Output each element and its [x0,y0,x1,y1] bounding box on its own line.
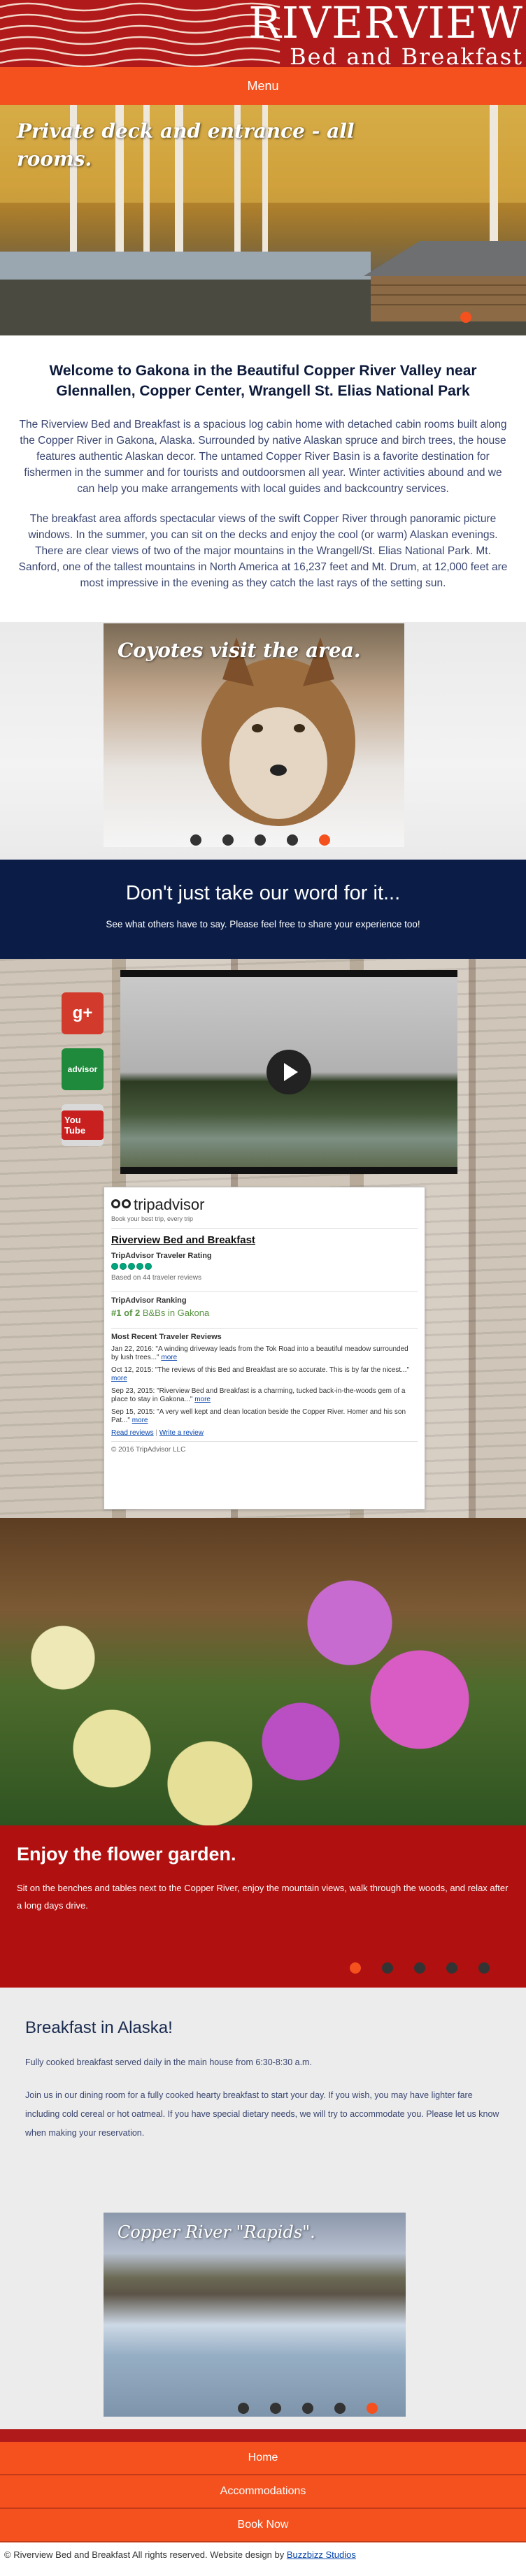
flower-garden-band: Enjoy the flower garden. Sit on the benc… [0,1825,526,1988]
hero-slider: Private deck and entrance - all rooms. [0,105,526,335]
breakfast-paragraph-2: Join us in our dining room for a fully c… [25,2090,499,2138]
footer-top-bar [0,2429,526,2442]
flower-text: Sit on the benches and tables next to th… [17,1883,509,1911]
slide-dot[interactable] [446,1962,457,1974]
rating-bubble-icon [111,1263,118,1270]
more-link[interactable]: more [111,1375,127,1382]
reviews-title: Don't just take our word for it... [125,882,401,904]
slide-dot[interactable] [382,1962,393,1974]
ranking-heading: TripAdvisor Ranking [111,1296,187,1305]
intro-title: Welcome to Gakona in the Beautiful Coppe… [49,363,477,399]
more-link[interactable]: more [132,1417,148,1424]
breakfast-section: Breakfast in Alaska! Fully cooked breakf… [0,1988,526,2429]
intro-paragraph-2: The breakfast area affords spectacular v… [18,513,508,589]
more-link[interactable]: more [194,1396,211,1403]
breakfast-slider-dots [238,2403,378,2414]
google-plus-icon[interactable]: g+ [62,992,104,1034]
slide-dot[interactable] [238,2403,249,2414]
coyote-slide-image: Coyotes visit the area. [104,623,404,847]
copper-river-caption: Copper River "Rapids". [118,2222,315,2242]
slide-dot-active[interactable] [367,2403,378,2414]
tripadvisor-logo[interactable]: tripadvisor [111,1196,418,1214]
rating-bubble-icon [145,1263,152,1270]
rating-bubbles [111,1263,418,1270]
recent-reviews-heading: Most Recent Traveler Reviews [111,1333,222,1341]
menu-label: Menu [247,78,279,93]
breakfast-paragraph-1: Fully cooked breakfast served daily in t… [25,2057,312,2067]
flower-garden-image [0,1518,526,1825]
tripadvisor-icon[interactable]: advisor [62,1048,104,1090]
coyote-slide-caption: Coyotes visit the area. [118,639,361,662]
hero-slide-dot[interactable] [460,312,471,323]
rating-bubble-icon [136,1263,143,1270]
slide-dot[interactable] [190,834,201,846]
copper-river-slide-image: Copper River "Rapids". [104,2213,406,2417]
reviews-band: Don't just take our word for it... See w… [0,860,526,959]
footer-nav: Home Accommodations Book Now [0,2442,526,2542]
slide-dot-active[interactable] [319,834,330,846]
slide-dot[interactable] [270,2403,281,2414]
play-icon[interactable] [266,1050,311,1094]
write-review-link[interactable]: Write a review [159,1429,204,1437]
review-item: Jan 22, 2016: "A winding driveway leads … [111,1345,408,1361]
video-player[interactable] [120,970,457,1174]
slide-dot[interactable] [478,1962,490,1974]
rating-bubble-icon [128,1263,135,1270]
logo-title: RIVERVIEW [248,0,523,48]
menu-toggle[interactable]: Menu [0,67,526,105]
hero-caption: Private deck and entrance - all rooms. [17,120,355,171]
slide-dot[interactable] [255,834,266,846]
youtube-icon[interactable]: You Tube [62,1104,104,1146]
flower-title: Enjoy the flower garden. [17,1844,236,1865]
copyright: © Riverview Bed and Breakfast All rights… [4,2549,356,2560]
tripadvisor-widget: tripadvisor Book your best trip, every t… [104,1187,425,1510]
more-link[interactable]: more [161,1354,177,1361]
rating-bubble-icon [120,1263,127,1270]
slide-dot[interactable] [302,2403,313,2414]
review-item: Sep 15, 2015: "A very well kept and clea… [111,1408,406,1424]
slide-dot[interactable] [287,834,298,846]
social-video-section: g+ advisor You Tube tripadvisor Book you… [0,959,526,1518]
footer-link-accommodations[interactable]: Accommodations [0,2475,526,2509]
site-logo[interactable]: RIVERVIEW Bed and Breakfast [248,0,523,67]
slide-dot[interactable] [222,834,234,846]
logo-subtitle: Bed and Breakfast [290,43,523,67]
review-item: Sep 23, 2015: "Riverview Bed and Breakfa… [111,1387,406,1403]
designer-link[interactable]: Buzzbizz Studios [287,2549,356,2560]
owl-icon [111,1199,131,1210]
business-name-link[interactable]: Riverview Bed and Breakfast [111,1234,418,1246]
slide-dot-active[interactable] [350,1962,361,1974]
flower-slider-dots [350,1962,490,1974]
read-reviews-link[interactable]: Read reviews [111,1429,154,1437]
tripadvisor-copyright: © 2016 TripAdvisor LLC [111,1446,186,1454]
intro-section: Welcome to Gakona in the Beautiful Coppe… [0,335,526,622]
based-on-text: Based on 44 traveler reviews [111,1274,201,1282]
slide-dot[interactable] [414,1962,425,1974]
ranking-text: #1 of 2 B&Bs in Gakona [111,1308,210,1318]
coyote-slider-dots [190,834,330,846]
coyote-slider: Coyotes visit the area. [0,622,526,860]
site-header: RIVERVIEW Bed and Breakfast [0,0,526,67]
rating-heading: TripAdvisor Traveler Rating [111,1252,212,1260]
slide-dot[interactable] [334,2403,346,2414]
intro-paragraph-1: The Riverview Bed and Breakfast is a spa… [19,419,507,495]
breakfast-title: Breakfast in Alaska! [25,2018,173,2037]
reviews-subtitle: See what others have to say. Please feel… [106,919,420,929]
footer-link-home[interactable]: Home [0,2442,526,2475]
footer-link-book-now[interactable]: Book Now [0,2509,526,2542]
tripadvisor-tagline: Book your best trip, every trip [111,1215,194,1222]
review-item: Oct 12, 2015: "The reviews of this Bed a… [111,1366,410,1382]
